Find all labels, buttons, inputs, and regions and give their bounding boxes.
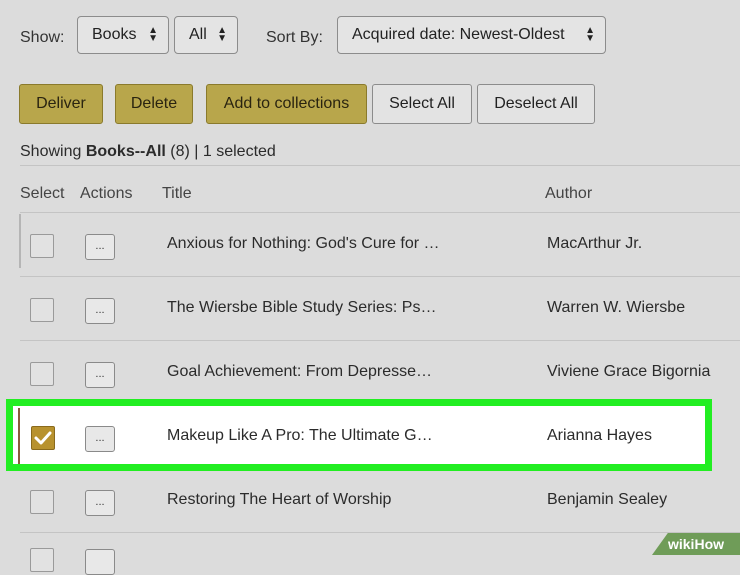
select-all-button[interactable]: Select All [372,84,472,124]
status-prefix: Showing [20,143,86,160]
scope-select[interactable]: All ▲ ▼ [174,16,238,54]
watermark-how: How [694,536,725,552]
book-author: Benjamin Sealey [547,491,668,508]
selection-status: Showing Books--All (8) | 1 selected [20,143,276,161]
column-title-header[interactable]: Title [162,185,192,203]
column-actions-header[interactable]: Actions [80,185,132,203]
row-actions-button[interactable]: ... [85,234,115,260]
wikihow-watermark: wiki How [652,533,740,555]
book-title[interactable]: Anxious for Nothing: God's Cure for … [167,235,440,253]
row-checkbox[interactable] [30,490,54,514]
book-author: Viviene Grace Bigornia [547,363,711,380]
row-actions-button[interactable]: ... [85,298,115,324]
select-caret-icon: ▲ ▼ [585,25,595,44]
table-row[interactable]: ... Anxious for Nothing: God's Cure for … [0,212,740,276]
column-author-header[interactable]: Author [545,185,592,203]
row-checkbox[interactable] [30,548,54,572]
row-divider [20,532,740,533]
deliver-button[interactable]: Deliver [19,84,103,124]
column-select-header: Select [20,185,65,202]
table-row[interactable]: ... The Wiersbe Bible Study Series: Ps… … [0,276,740,340]
divider [20,165,740,166]
book-title[interactable]: The Wiersbe Bible Study Series: Ps… [167,299,436,317]
status-collection: Books--All [85,143,166,160]
book-title[interactable]: Makeup Like A Pro: The Ultimate G… [167,427,433,445]
deselect-all-button[interactable]: Deselect All [477,84,595,124]
select-caret-icon: ▲ ▼ [217,25,227,44]
type-select-value: Books [92,26,137,43]
table-row[interactable]: ... Goal Achievement: From Depresse… Viv… [0,340,740,404]
select-caret-icon: ▲ ▼ [148,25,158,44]
delete-button[interactable]: Delete [115,84,193,124]
show-label: Show: [20,29,65,46]
row-checkbox[interactable] [30,234,54,258]
row-actions-button[interactable] [85,549,115,575]
row-actions-button[interactable]: ... [85,490,115,516]
book-author: Warren W. Wiersbe [547,299,686,316]
book-author: MacArthur Jr. [547,235,643,252]
status-count: (8) | 1 selected [165,143,276,160]
book-title[interactable]: Goal Achievement: From Depresse… [167,363,432,381]
sort-label: Sort By: [266,29,323,46]
checkmark-icon [34,431,52,445]
type-select[interactable]: Books ▲ ▼ [77,16,169,54]
row-checkbox[interactable] [30,362,54,386]
table-row-selected[interactable]: ... Makeup Like A Pro: The Ultimate G… A… [0,404,740,468]
row-actions-button[interactable]: ... [85,426,115,452]
scope-select-value: All [189,26,207,43]
book-author: Arianna Hayes [547,427,652,444]
sort-select[interactable]: Acquired date: Newest-Oldest ▲ ▼ [337,16,606,54]
row-actions-button[interactable]: ... [85,362,115,388]
table-row[interactable]: ... Restoring The Heart of Worship Benja… [0,468,740,532]
watermark-wiki: wiki [667,536,695,552]
sort-select-value: Acquired date: Newest-Oldest [352,26,565,43]
row-checkbox[interactable] [30,298,54,322]
add-to-collections-button[interactable]: Add to collections [206,84,367,124]
row-checkbox-checked[interactable] [31,426,55,450]
book-title[interactable]: Restoring The Heart of Worship [167,491,391,509]
